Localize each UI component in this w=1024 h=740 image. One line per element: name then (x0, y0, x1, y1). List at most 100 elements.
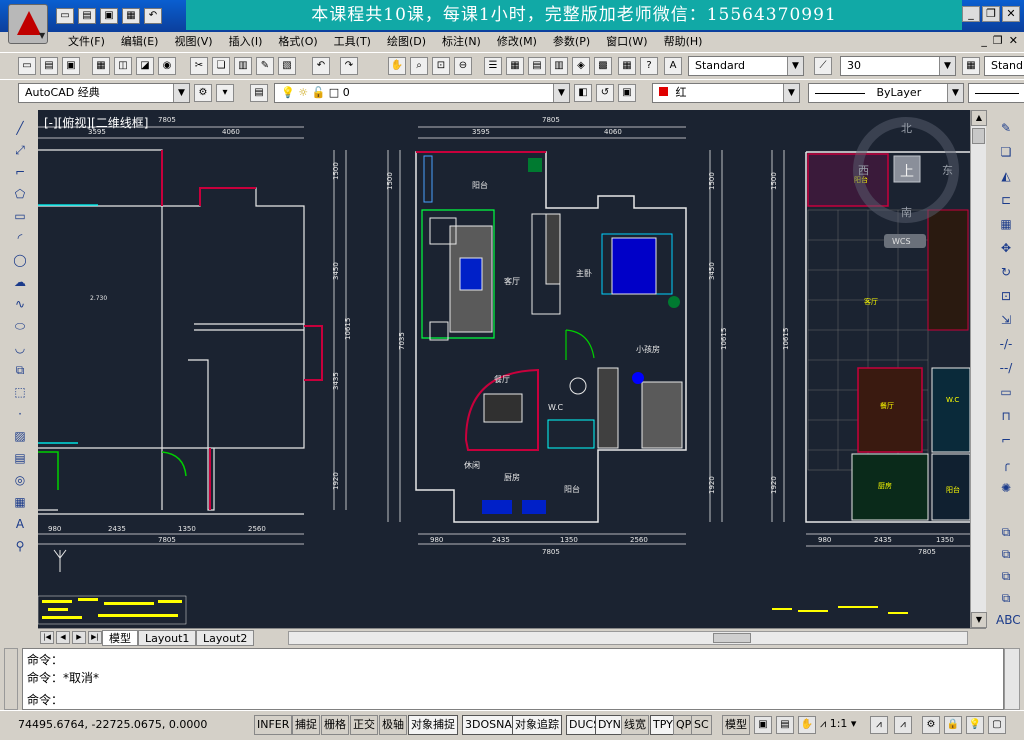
hatch-icon[interactable]: ▨ (10, 426, 30, 446)
text-style-icon[interactable]: A (664, 57, 682, 75)
scroll-thumb[interactable] (972, 128, 985, 144)
table-style-icon[interactable]: ▦ (962, 57, 980, 75)
toggle-dyn[interactable]: DYN (595, 715, 624, 735)
toggle-osnap[interactable]: 对象捕捉 (408, 715, 458, 735)
close-button[interactable]: ✕ (1002, 6, 1020, 22)
properties-icon[interactable]: ☰ (484, 57, 502, 75)
layer-select[interactable]: 💡 ☼ 🔓 □ 0 ▼ (274, 83, 570, 103)
3d-dwf-icon[interactable]: ◉ (158, 57, 176, 75)
save-icon[interactable]: ▣ (100, 8, 118, 24)
publish-icon[interactable]: ◪ (136, 57, 154, 75)
extend-icon[interactable]: --/ (996, 358, 1016, 378)
toggle-snap[interactable]: 捕捉 (292, 715, 320, 735)
model-space-button[interactable]: 模型 (722, 715, 750, 735)
layer-state-icon[interactable]: ▣ (618, 84, 636, 102)
spline-icon[interactable]: ∿ (10, 294, 30, 314)
menu-window[interactable]: 窗口(W) (598, 34, 655, 50)
offset-icon[interactable]: ⊏ (996, 190, 1016, 210)
autocad-logo-icon[interactable]: ▼ (8, 4, 48, 44)
rectangle-icon[interactable]: ▭ (10, 206, 30, 226)
quick-view-drawings-icon[interactable]: ▤ (776, 716, 794, 734)
insert-block-icon[interactable]: ⧉ (10, 360, 30, 380)
arc-icon[interactable]: ◜ (10, 228, 30, 248)
sheet-set-icon[interactable]: ▥ (550, 57, 568, 75)
copy-object-icon[interactable]: ❏ (996, 142, 1016, 162)
clean-screen-icon[interactable]: ▢ (988, 716, 1006, 734)
trim-icon[interactable]: -/- (996, 334, 1016, 354)
isolate-objects-icon[interactable]: 💡 (966, 716, 984, 734)
lineweight-select[interactable] (968, 83, 1024, 103)
bring-above-icon[interactable]: ⧉ (996, 566, 1016, 586)
ellipse-icon[interactable]: ⬭ (10, 316, 30, 336)
design-center-icon[interactable]: ▦ (506, 57, 524, 75)
array-icon[interactable]: ▦ (996, 214, 1016, 234)
command-line[interactable]: 命令： 命令：*取消* 命令： (22, 648, 1004, 710)
multiline-text-icon[interactable]: A (10, 514, 30, 534)
point-icon[interactable]: · (10, 404, 30, 424)
paste-icon[interactable]: ▥ (234, 57, 252, 75)
minimize-button[interactable]: _ (962, 6, 980, 22)
text-style-select[interactable]: Standard ▼ (688, 56, 804, 76)
menu-format[interactable]: 格式(O) (270, 34, 325, 50)
menu-modify[interactable]: 修改(M) (489, 34, 545, 50)
fillet-icon[interactable]: ╭ (996, 454, 1016, 474)
save-file-icon[interactable]: ▣ (62, 57, 80, 75)
customize-icon[interactable]: ▾ (216, 84, 234, 102)
menu-insert[interactable]: 插入(I) (221, 34, 271, 50)
qnew-icon[interactable]: ▭ (18, 57, 36, 75)
vertical-scrollbar[interactable]: ▲ ▼ (970, 110, 987, 628)
calculator-icon[interactable]: ▦ (618, 57, 636, 75)
next-tab-icon[interactable]: ▶ (72, 631, 86, 644)
erase-icon[interactable]: ✎ (996, 118, 1016, 138)
block-editor-icon[interactable]: ▧ (278, 57, 296, 75)
menu-parametric[interactable]: 参数(P) (545, 34, 598, 50)
lock-ui-icon[interactable]: 🔒 (944, 716, 962, 734)
doc-minimize-button[interactable]: _ (981, 34, 987, 47)
workspace-settings-icon[interactable]: ⚙ (194, 84, 212, 102)
undo-icon[interactable]: ↶ (144, 8, 162, 24)
open-icon[interactable]: ▤ (78, 8, 96, 24)
scroll-down-icon[interactable]: ▼ (971, 612, 987, 628)
annotation-visibility-icon[interactable]: ⩘ (870, 716, 888, 734)
toggle-polar[interactable]: 极轴 (379, 715, 407, 735)
drawing-area[interactable]: 2.730 3595 7805 4060 980 2435 1350 2560 … (38, 110, 970, 628)
table-style-select[interactable]: Stand (984, 56, 1024, 76)
tab-layout1[interactable]: Layout1 (138, 630, 197, 646)
viewport-label[interactable]: [-][俯视][二维线框] (44, 114, 148, 131)
last-tab-icon[interactable]: ▶| (88, 631, 102, 644)
dim-style-icon[interactable]: ⟋ (814, 57, 832, 75)
stretch-icon[interactable]: ⇲ (996, 310, 1016, 330)
zoom-previous-icon[interactable]: ⊖ (454, 57, 472, 75)
auto-scale-icon[interactable]: ⩘ (894, 716, 912, 734)
make-current-icon[interactable]: ◧ (574, 84, 592, 102)
move-icon[interactable]: ✥ (996, 238, 1016, 258)
break-icon[interactable]: ▭ (996, 382, 1016, 402)
help-icon[interactable]: ? (640, 57, 658, 75)
menu-tools[interactable]: 工具(T) (326, 34, 379, 50)
layer-previous-icon[interactable]: ↺ (596, 84, 614, 102)
command-prompt[interactable]: 命令： (27, 691, 63, 708)
new-icon[interactable]: ▭ (56, 8, 74, 24)
tab-model[interactable]: 模型 (102, 630, 138, 646)
toggle-sc[interactable]: SC (691, 715, 712, 735)
text-front-icon[interactable]: ABC (996, 610, 1021, 630)
copy-icon[interactable]: ❏ (212, 57, 230, 75)
pan-icon[interactable]: ✋ (388, 57, 406, 75)
menu-help[interactable]: 帮助(H) (656, 34, 711, 50)
menu-draw[interactable]: 绘图(D) (379, 34, 434, 50)
menu-file[interactable]: 文件(F) (60, 34, 113, 50)
toggle-tpy[interactable]: TPY (650, 715, 676, 735)
menu-edit[interactable]: 编辑(E) (113, 34, 167, 50)
add-selected-icon[interactable]: ⚲ (10, 536, 30, 556)
quickcalc-icon[interactable]: ▩ (594, 57, 612, 75)
line-icon[interactable]: ╱ (10, 118, 30, 138)
construction-line-icon[interactable]: ⤢ (10, 140, 30, 160)
redo-icon[interactable]: ↷ (340, 57, 358, 75)
polyline-icon[interactable]: ⌐ (10, 162, 30, 182)
region-icon[interactable]: ◎ (10, 470, 30, 490)
command-scrollbar[interactable] (1004, 648, 1020, 710)
linetype-select[interactable]: ByLayer ▼ (808, 83, 964, 103)
color-select[interactable]: 红 ▼ (652, 83, 800, 103)
ellipse-arc-icon[interactable]: ◡ (10, 338, 30, 358)
cut-icon[interactable]: ✂ (190, 57, 208, 75)
